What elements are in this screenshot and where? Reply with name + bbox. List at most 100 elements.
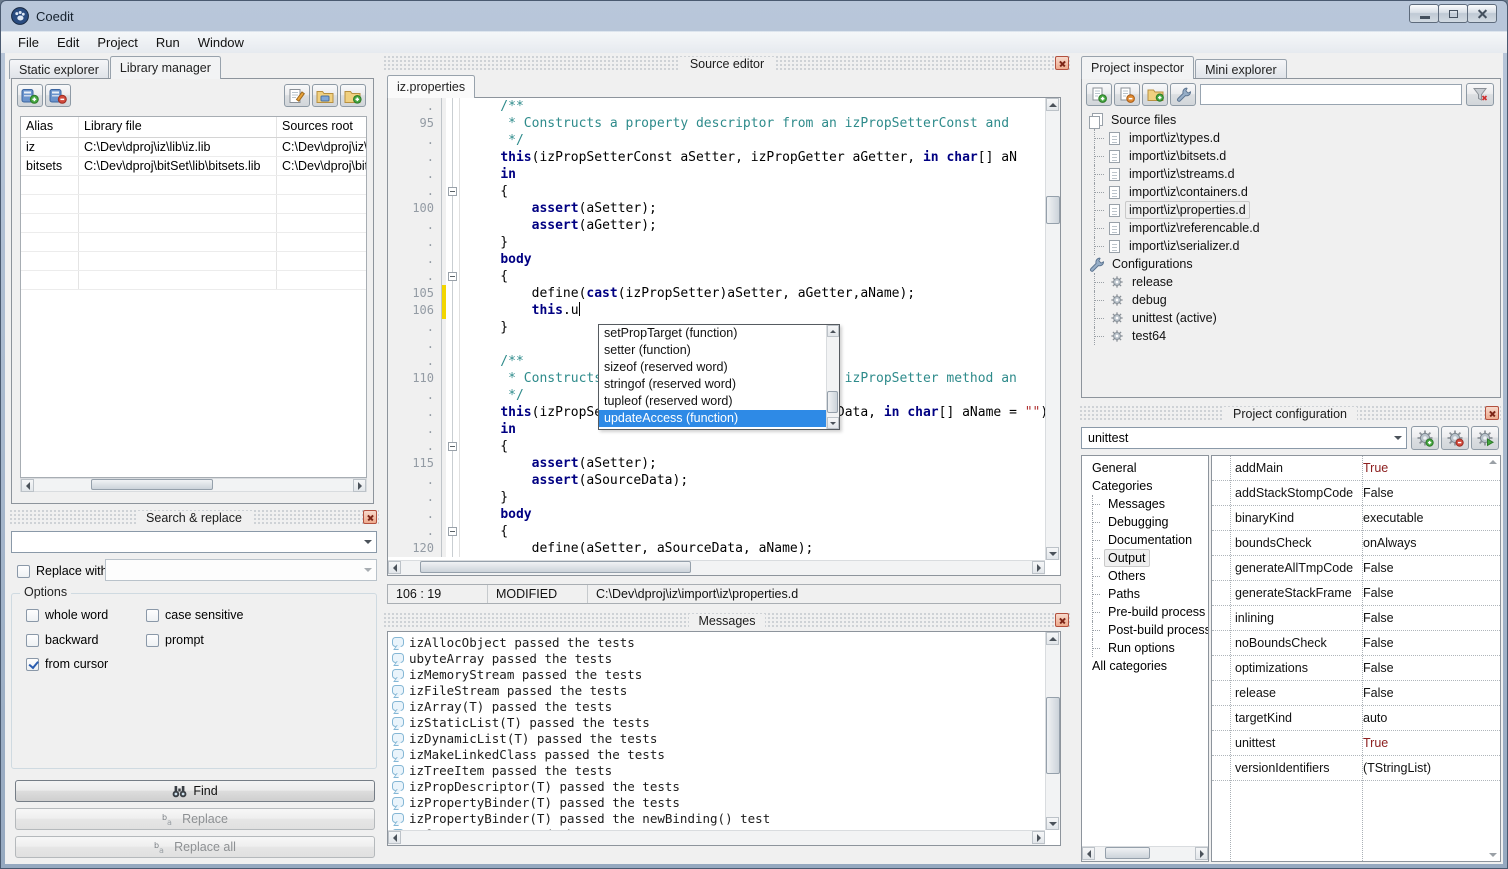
category-item-debugging[interactable]: Debugging	[1082, 513, 1208, 531]
property-row[interactable]: addMainTrue	[1212, 456, 1500, 481]
edit-alias-button[interactable]	[284, 84, 310, 107]
column-header-alias[interactable]: Alias	[21, 117, 79, 137]
scrollbar-thumb[interactable]	[1105, 847, 1150, 859]
add-library-from-folder-button[interactable]	[340, 84, 366, 107]
completion-item[interactable]: tupleof (reserved word)	[599, 393, 826, 410]
tab-mini-explorer[interactable]: Mini explorer	[1195, 59, 1287, 79]
category-item-output[interactable]: Output	[1082, 549, 1208, 567]
code-line[interactable]: . }	[388, 489, 1045, 506]
whole-word-checkbox[interactable]	[26, 609, 39, 622]
category-item-run-options[interactable]: Run options	[1082, 639, 1208, 657]
scroll-up-arrow[interactable]	[1046, 98, 1059, 111]
completion-item[interactable]: sizeof (reserved word)	[599, 359, 826, 376]
option-from-cursor[interactable]: from cursor	[26, 657, 108, 671]
prompt-checkbox[interactable]	[146, 634, 159, 647]
message-item[interactable]: izMakeLinkedClass passed the tests	[388, 746, 1045, 762]
completion-item[interactable]: updateAccess (function)	[599, 410, 826, 427]
grid-scroll-up-arrow[interactable]	[1489, 460, 1497, 464]
message-item[interactable]: ubyteArray passed the tests	[388, 650, 1045, 666]
messages-header[interactable]: Messages	[383, 612, 1071, 629]
remove-library-button[interactable]	[45, 84, 71, 107]
property-row[interactable]: generateStackFrameFalse	[1212, 581, 1500, 606]
messages-panel[interactable]: izAllocObject passed the testsubyteArray…	[387, 631, 1061, 846]
property-row[interactable]: versionIdentifiers(TStringList)	[1212, 756, 1500, 781]
close-button[interactable]	[1467, 4, 1497, 23]
scrollbar-thumb[interactable]	[91, 479, 212, 490]
maximize-button[interactable]	[1438, 4, 1468, 23]
library-table[interactable]: Alias Library file Sources root izC:\Dev…	[20, 116, 367, 478]
category-tree[interactable]: GeneralCategoriesMessagesDebuggingDocume…	[1082, 459, 1208, 845]
tree-item-import-iz-serializer-d[interactable]: import\iz\serializer.d	[1084, 237, 1498, 255]
open-library-file-button[interactable]	[312, 84, 338, 107]
tree-item-configurations[interactable]: Configurations	[1084, 255, 1498, 273]
property-row[interactable]: targetKindauto	[1212, 706, 1500, 731]
replace-all-button[interactable]: ba Replace all	[15, 836, 375, 858]
message-item[interactable]: izTreeItem passed the tests	[388, 762, 1045, 778]
add-folder-button[interactable]	[1142, 83, 1168, 106]
editor-hscrollbar[interactable]	[388, 560, 1045, 575]
configuration-selector-value[interactable]: unittest	[1082, 431, 1390, 445]
column-header-library-file[interactable]: Library file	[79, 117, 277, 137]
menu-item-project[interactable]: Project	[88, 33, 146, 52]
scroll-right-arrow[interactable]	[1032, 561, 1045, 574]
tree-item-import-iz-containers-d[interactable]: import\iz\containers.d	[1084, 183, 1498, 201]
add-configuration-button[interactable]	[1411, 426, 1439, 450]
menu-item-edit[interactable]: Edit	[48, 33, 88, 52]
property-row[interactable]: noBoundsCheckFalse	[1212, 631, 1500, 656]
property-row[interactable]: boundsCheckonAlways	[1212, 531, 1500, 556]
scroll-right-arrow[interactable]	[353, 479, 366, 492]
clear-filter-button[interactable]	[1466, 83, 1494, 106]
column-header-sources-root[interactable]: Sources root	[277, 117, 366, 137]
category-item-paths[interactable]: Paths	[1082, 585, 1208, 603]
fold-collapse-icon[interactable]	[448, 527, 457, 536]
add-source-button[interactable]	[1086, 83, 1112, 106]
completion-item[interactable]: setter (function)	[599, 342, 826, 359]
property-row[interactable]: releaseFalse	[1212, 681, 1500, 706]
scroll-left-arrow[interactable]	[388, 831, 401, 844]
tree-item-unittest-active[interactable]: unittest (active)	[1084, 309, 1498, 327]
configuration-selector-combobox[interactable]: unittest	[1081, 427, 1407, 449]
menu-item-file[interactable]: File	[9, 33, 48, 52]
backward-checkbox[interactable]	[26, 634, 39, 647]
tree-item-release[interactable]: release	[1084, 273, 1498, 291]
scrollbar-thumb[interactable]	[1046, 697, 1060, 774]
scroll-up-arrow[interactable]	[1046, 632, 1059, 645]
category-item-messages[interactable]: Messages	[1082, 495, 1208, 513]
code-line[interactable]: . {	[388, 268, 1045, 285]
option-backward[interactable]: backward	[26, 633, 99, 647]
option-case-sensitive[interactable]: case sensitive	[146, 608, 244, 622]
code-editor[interactable]: . /**95 * Constructs a property descript…	[387, 97, 1061, 576]
scroll-up-arrow[interactable]	[827, 325, 839, 337]
find-button[interactable]: Find	[15, 780, 375, 802]
message-item[interactable]: izPropertyBinder(T) passed the tests	[388, 794, 1045, 810]
code-line[interactable]: . {	[388, 438, 1045, 455]
category-item-pre-build-process[interactable]: Pre-build process	[1082, 603, 1208, 621]
scroll-down-arrow[interactable]	[827, 417, 839, 429]
search-replace-header[interactable]: Search & replace	[9, 509, 379, 526]
completion-scrollbar[interactable]	[826, 325, 839, 429]
tab-iz-properties[interactable]: iz.properties	[387, 75, 475, 98]
tree-item-import-iz-streams-d[interactable]: import\iz\streams.d	[1084, 165, 1498, 183]
search-term-combobox[interactable]	[11, 531, 377, 553]
dropdown-arrow-icon[interactable]	[360, 540, 376, 544]
message-item[interactable]: izPropDescriptor(T) passed the tests	[388, 778, 1045, 794]
tree-item-import-iz-types-d[interactable]: import\iz\types.d	[1084, 129, 1498, 147]
grid-scroll-down-arrow[interactable]	[1489, 853, 1497, 857]
messages-list[interactable]: izAllocObject passed the testsubyteArray…	[388, 634, 1045, 830]
categories-hscrollbar[interactable]	[1082, 846, 1208, 861]
code-line[interactable]: . {	[388, 183, 1045, 200]
completion-list[interactable]: setPropTarget (function)setter (function…	[599, 325, 826, 429]
property-row[interactable]: binaryKindexecutable	[1212, 506, 1500, 531]
scroll-left-arrow[interactable]	[1082, 847, 1095, 860]
scrollbar-thumb[interactable]	[827, 391, 838, 413]
option-whole-word[interactable]: whole word	[26, 608, 108, 622]
title-bar[interactable]: Coedit	[1, 1, 1507, 31]
code-line[interactable]: . assert(aGetter);	[388, 217, 1045, 234]
project-files-tree[interactable]: Source filesimport\iz\types.dimport\iz\b…	[1084, 111, 1498, 395]
tree-item-import-iz-properties-d[interactable]: import\iz\properties.d	[1084, 201, 1498, 219]
menu-item-run[interactable]: Run	[147, 33, 189, 52]
tab-static-explorer[interactable]: Static explorer	[9, 59, 109, 79]
messages-hscrollbar[interactable]	[388, 830, 1045, 845]
property-row[interactable]: inliningFalse	[1212, 606, 1500, 631]
code-line[interactable]: 115 assert(aSetter);	[388, 455, 1045, 472]
